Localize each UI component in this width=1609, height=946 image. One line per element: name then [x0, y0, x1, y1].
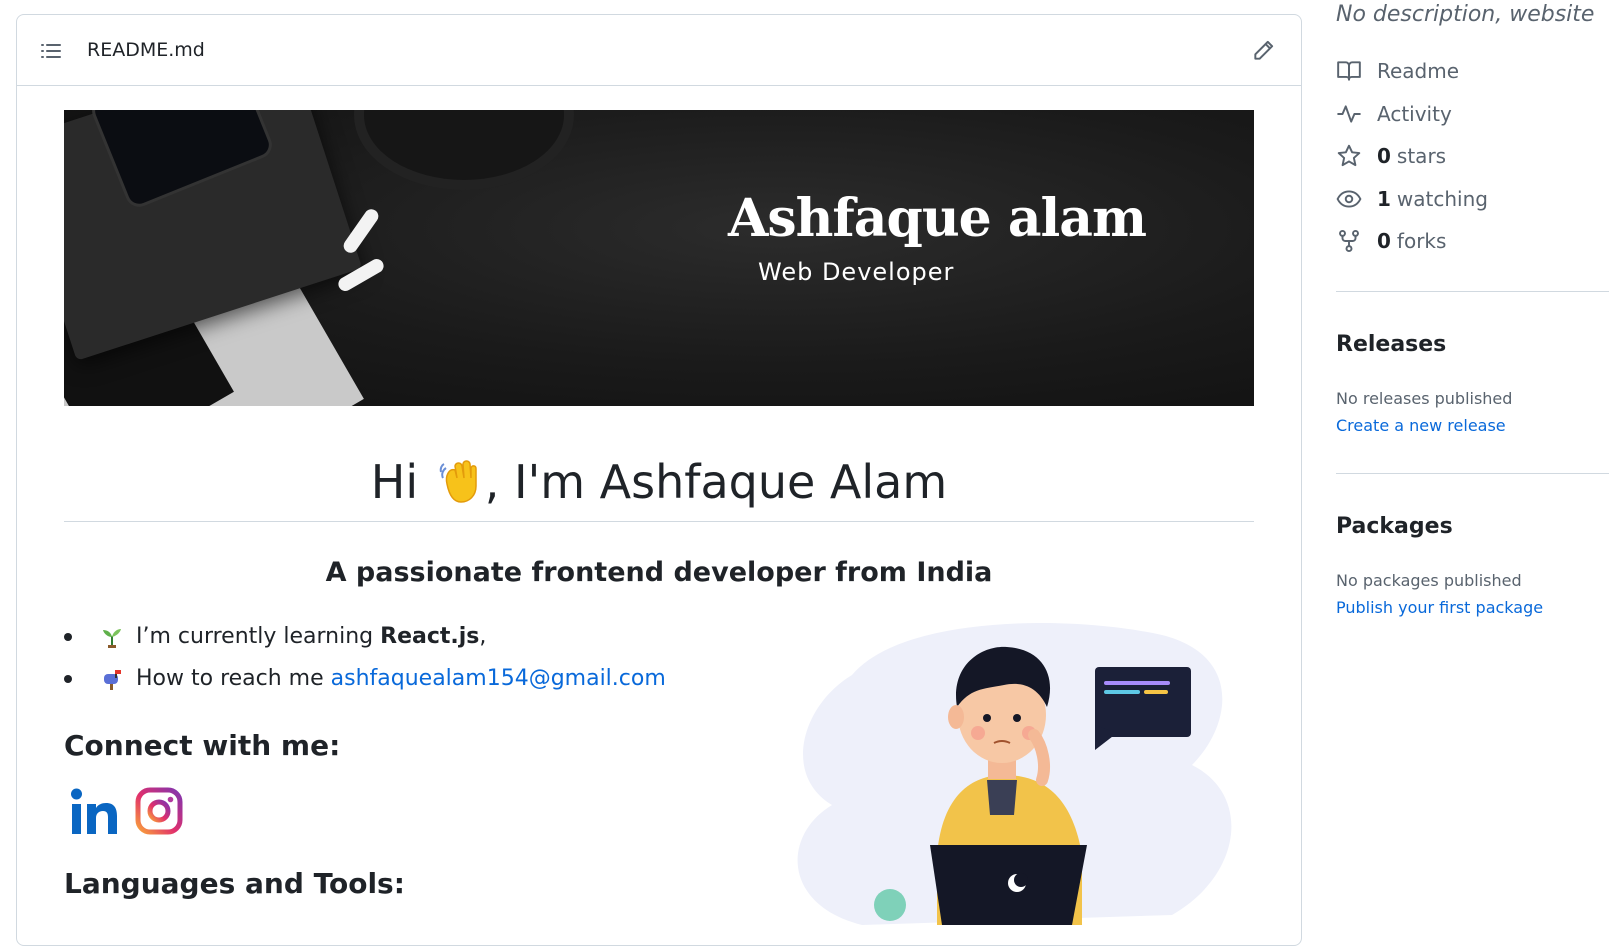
create-release-link[interactable]: Create a new release: [1336, 416, 1506, 435]
outline-list-icon[interactable]: [39, 39, 63, 63]
sidebar-stars-link[interactable]: 0 stars: [1336, 141, 1446, 171]
list-item: How to reach me ashfaquealam154@gmail.co…: [64, 661, 666, 703]
sidebar-divider: [1336, 291, 1609, 292]
profile-banner-image: Ashfaque alam Web Developer: [64, 110, 1254, 406]
eye-icon: [1336, 186, 1362, 212]
packages-empty-text: No packages published: [1336, 571, 1522, 590]
readme-header: README.md: [17, 15, 1301, 86]
releases-empty-text: No releases published: [1336, 389, 1513, 408]
seedling-icon: [100, 625, 124, 649]
about-list: I’m currently learning React.js, How to …: [64, 619, 666, 703]
repo-sidebar: No description, website Readme Activity …: [1336, 0, 1609, 925]
tagline: A passionate frontend developer from Ind…: [325, 557, 993, 588]
banner-subtitle: Web Developer: [758, 258, 955, 286]
publish-package-link[interactable]: Publish your first package: [1336, 598, 1543, 617]
readme-panel: README.md Ashfaque alam Web Developer Hi…: [16, 14, 1302, 946]
star-icon: [1336, 143, 1362, 169]
sidebar-forks-link[interactable]: 0 forks: [1336, 226, 1446, 256]
releases-heading[interactable]: Releases: [1336, 332, 1446, 357]
book-icon: [1336, 58, 1362, 84]
greeting-hi: Hi: [370, 455, 419, 509]
linkedin-icon[interactable]: [69, 787, 121, 837]
sidebar-readme-link[interactable]: Readme: [1336, 56, 1459, 86]
mailbox-icon: [100, 667, 124, 691]
readme-filename: README.md: [87, 39, 205, 61]
heading-divider: [64, 521, 1254, 522]
sidebar-divider: [1336, 473, 1609, 474]
waving-hand-icon: [433, 456, 485, 515]
fork-icon: [1336, 228, 1362, 254]
sidebar-activity-link[interactable]: Activity: [1336, 99, 1452, 129]
pencil-edit-icon[interactable]: [1251, 37, 1277, 63]
languages-heading: Languages and Tools:: [64, 867, 405, 900]
instagram-icon[interactable]: [135, 787, 183, 835]
list-item: I’m currently learning React.js,: [64, 619, 666, 661]
packages-heading[interactable]: Packages: [1336, 514, 1453, 539]
greeting-name: , I'm Ashfaque Alam: [484, 455, 948, 509]
connect-heading: Connect with me:: [64, 729, 341, 762]
repo-description: No description, website: [1336, 2, 1595, 27]
developer-illustration: [742, 615, 1262, 925]
greeting-heading: Hi , I'm Ashfaque Alam: [64, 455, 1254, 515]
banner-name: Ashfaque alam: [728, 188, 1147, 249]
email-link[interactable]: ashfaquealam154@gmail.com: [331, 666, 666, 691]
sidebar-watching-link[interactable]: 1 watching: [1336, 184, 1488, 214]
pulse-icon: [1336, 101, 1362, 127]
